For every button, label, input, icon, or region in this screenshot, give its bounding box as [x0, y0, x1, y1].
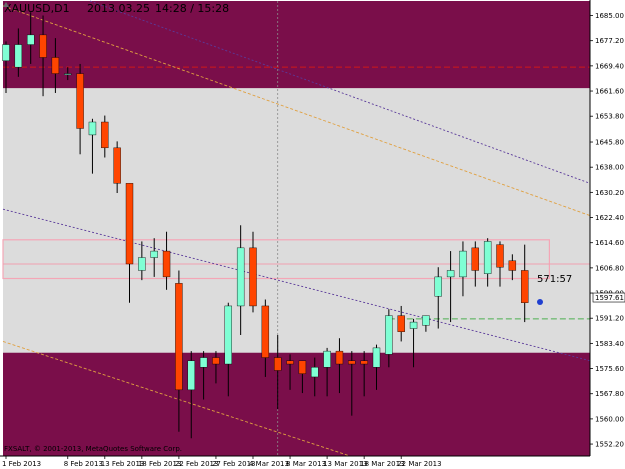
bull-candle-body [323, 350, 331, 368]
bear-candle-body [521, 270, 529, 303]
bear-candle-body [101, 121, 109, 149]
bear-candle-body [261, 305, 270, 358]
bear-candle-body [298, 360, 307, 374]
bull-candle-body [2, 44, 10, 61]
bull-candle-body [199, 357, 208, 368]
time-tick-label: 8 Mar 2013 [286, 460, 326, 468]
bear-candle-body [175, 283, 183, 391]
bear-candle-body [125, 183, 134, 265]
price-tick-label: 1606.80 [595, 264, 624, 272]
price-tick-label: 1591.20 [595, 315, 624, 323]
bull-candle-body [14, 44, 23, 68]
time-tick-label: 4 Mar 2013 [249, 460, 289, 468]
price-tick-label: 1669.40 [595, 62, 624, 70]
bull-candle-body [409, 321, 418, 329]
bear-candle-body [274, 357, 282, 371]
bar-timer: 571:57 [537, 274, 572, 285]
bear-candle-body [471, 247, 479, 271]
bull-candle-body [64, 73, 72, 76]
bull-candle-body [459, 250, 467, 278]
price-tick-label: 1653.80 [595, 113, 624, 121]
price-tick-label: 1552.20 [595, 441, 624, 449]
bear-candle-body [249, 247, 257, 307]
bear-candle-body [162, 250, 171, 278]
bear-candle-body [508, 260, 517, 271]
bear-candle-body [335, 350, 344, 365]
price-tick-label: 1575.60 [595, 365, 624, 373]
bull-candle-body [88, 121, 97, 136]
bull-candle-body [236, 247, 245, 307]
chart-title-date: 2013.03.25 [87, 2, 150, 15]
bull-candle-body [372, 347, 381, 368]
chart-title-time: 14:28 / 15:28 [155, 2, 229, 15]
time-tick-label: 8 Feb 2013 [64, 460, 103, 468]
price-tick-label: 1583.40 [595, 340, 624, 348]
price-tick-label: 1614.60 [595, 239, 624, 247]
bull-candle-body [483, 241, 492, 274]
price-tick-label: 1560.00 [595, 415, 624, 423]
supply-demand-zone [3, 352, 590, 456]
price-tick-label: 1638.00 [595, 164, 624, 172]
price-tick-label: 1645.80 [595, 139, 624, 147]
bull-candle-body [27, 34, 35, 45]
price-tick-label: 1630.20 [595, 189, 624, 197]
bear-candle-body [360, 360, 368, 365]
bull-candle-body [138, 257, 146, 271]
bear-candle-body [76, 73, 84, 129]
bear-candle-body [397, 315, 405, 332]
time-tick-label: 22 Mar 2013 [397, 460, 441, 468]
bear-candle-body [51, 57, 60, 74]
price-tick-label: 1622.40 [595, 214, 624, 222]
price-tick-label: 1685.00 [595, 12, 624, 20]
current-price-label: 1597.61 [595, 294, 624, 302]
bull-candle-body [434, 276, 442, 297]
bull-candle-body [422, 315, 430, 326]
price-marker: 1597.61 [592, 292, 625, 303]
bull-candle-body [446, 270, 455, 278]
price-tick-label: 1661.60 [595, 88, 624, 96]
time-tick-label: 1 Feb 2013 [2, 460, 41, 468]
price-tick-label: 1677.20 [595, 37, 624, 45]
plot-area[interactable] [2, 0, 591, 457]
bull-candle-body [187, 360, 195, 391]
order-marker-icon [537, 299, 543, 305]
bull-candle-body [311, 367, 319, 378]
bull-candle-body [385, 315, 393, 355]
bull-candle-body [224, 305, 233, 365]
bear-candle-body [496, 244, 504, 268]
bear-candle-body [39, 34, 47, 58]
chart-title-symbol: XAUUSD,D1 [4, 2, 70, 15]
price-chart[interactable]: 1685.00 1677.20 1669.40 1661.60 1653.80 1645.… [0, 0, 625, 469]
bull-candle-body [150, 250, 158, 258]
copyright-text: FXSALT, © 2001-2013, MetaQuotes Software… [4, 445, 182, 453]
bear-candle-body [113, 147, 121, 184]
price-tick-label: 1567.80 [595, 390, 624, 398]
bear-candle-body [286, 360, 294, 365]
bear-candle-body [348, 360, 356, 365]
bear-candle-body [212, 357, 220, 365]
